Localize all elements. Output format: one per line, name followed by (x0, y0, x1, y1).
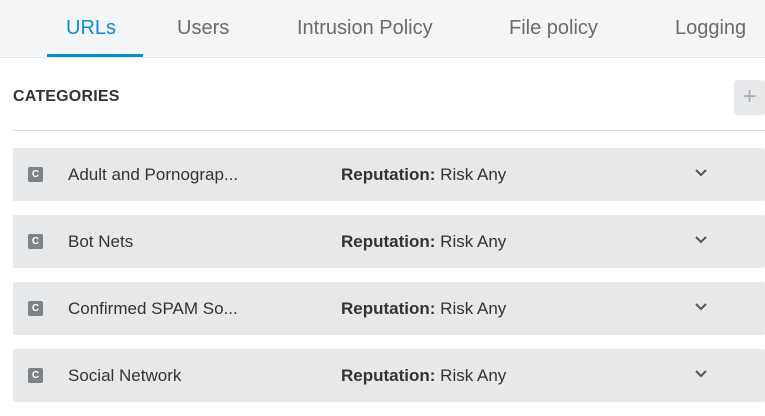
reputation-label: Reputation: (341, 366, 436, 385)
category-badge: C (28, 301, 43, 316)
category-name: Adult and Pornograp... (68, 165, 239, 184)
tab-users[interactable]: Users (177, 0, 229, 57)
category-badge: C (28, 368, 43, 383)
category-row[interactable]: C Bot Nets Reputation: Risk Any (13, 215, 765, 268)
reputation-text: Reputation: Risk Any (341, 282, 506, 335)
reputation-text: Reputation: Risk Any (341, 349, 506, 402)
tab-intrusion-policy[interactable]: Intrusion Policy (297, 0, 433, 57)
tab-bar: URLs Users Intrusion Policy File policy … (0, 0, 765, 58)
tab-file-policy[interactable]: File policy (509, 0, 598, 57)
category-row[interactable]: C Social Network Reputation: Risk Any (13, 349, 765, 402)
chevron-down-icon[interactable] (693, 299, 709, 315)
chevron-down-icon[interactable] (693, 366, 709, 382)
reputation-label: Reputation: (341, 165, 436, 184)
tab-urls[interactable]: URLs (66, 0, 116, 57)
plus-icon: + (742, 83, 757, 110)
reputation-label: Reputation: (341, 232, 436, 251)
chevron-down-icon[interactable] (693, 165, 709, 181)
category-row[interactable]: C Confirmed SPAM So... Reputation: Risk … (13, 282, 765, 335)
section-divider (13, 130, 765, 131)
active-tab-indicator (47, 54, 143, 57)
category-name: Social Network (68, 366, 182, 385)
chevron-down-icon[interactable] (693, 232, 709, 248)
category-name: Bot Nets (68, 232, 134, 251)
category-row[interactable]: C Adult and Pornograp... Reputation: Ris… (13, 148, 765, 201)
reputation-value: Risk Any (435, 232, 507, 251)
reputation-value: Risk Any (435, 299, 507, 318)
add-category-button[interactable]: + (734, 80, 765, 115)
category-badge: C (28, 167, 43, 182)
reputation-label: Reputation: (341, 299, 436, 318)
category-list: C Adult and Pornograp... Reputation: Ris… (13, 148, 765, 416)
reputation-value: Risk Any (435, 366, 507, 385)
reputation-value: Risk Any (435, 165, 507, 184)
tab-logging[interactable]: Logging (675, 0, 746, 57)
category-name: Confirmed SPAM So... (68, 299, 238, 318)
category-badge: C (28, 234, 43, 249)
categories-heading: CATEGORIES (13, 88, 120, 105)
reputation-text: Reputation: Risk Any (341, 215, 506, 268)
reputation-text: Reputation: Risk Any (341, 148, 506, 201)
